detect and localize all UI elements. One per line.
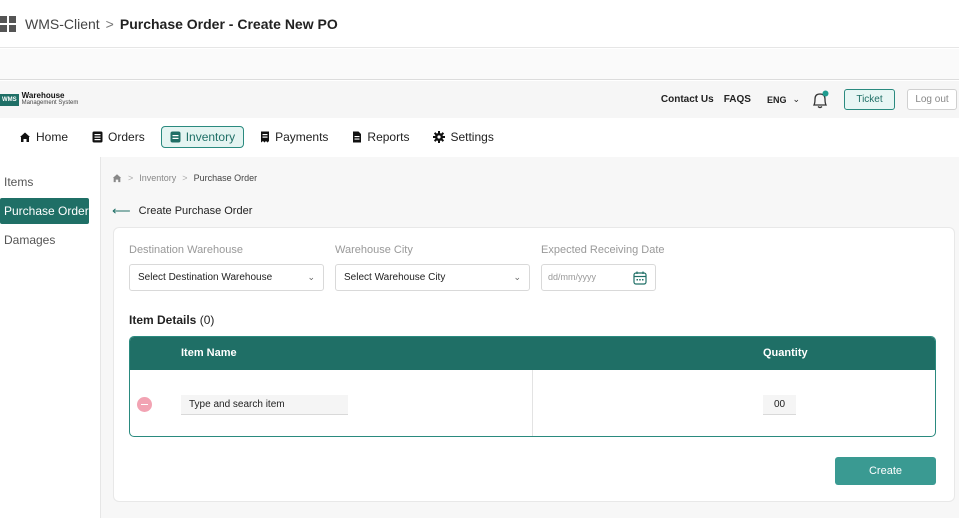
item-search-input[interactable]: Type and search item xyxy=(181,395,348,415)
orders-icon xyxy=(92,131,103,143)
nav-payments-label: Payments xyxy=(275,130,329,144)
blank-band xyxy=(0,49,959,80)
table-header: Item Name Quantity xyxy=(130,337,935,370)
expected-date-input[interactable]: dd/mm/yyyy xyxy=(541,264,656,291)
reports-icon xyxy=(353,131,362,143)
nav-reports-label: Reports xyxy=(367,130,410,144)
contact-us-link[interactable]: Contact Us xyxy=(661,94,714,105)
payments-icon xyxy=(261,131,270,143)
app-header: WMS Warehouse Management System Contact … xyxy=(0,81,959,118)
breadcrumb-inventory[interactable]: Inventory xyxy=(139,173,176,183)
column-item-name: Item Name xyxy=(181,347,237,359)
brand-name: Warehouse xyxy=(21,91,65,100)
breadcrumb-current: Purchase Order xyxy=(193,173,258,183)
gear-icon xyxy=(433,131,446,143)
nav-inventory-label: Inventory xyxy=(185,130,236,144)
breadcrumb-separator: > xyxy=(128,173,134,183)
quantity-input[interactable]: 00 xyxy=(763,395,796,415)
sidebar-item-purchase-order[interactable]: Purchase Order xyxy=(0,198,89,224)
po-form-card: Destination Warehouse Select Destination… xyxy=(113,227,955,502)
nav-home[interactable]: Home xyxy=(19,126,68,148)
nav-orders-label: Orders xyxy=(108,130,145,144)
chevron-down-icon: ⌄ xyxy=(307,272,315,282)
warehouse-city-select[interactable]: Select Warehouse City ⌄ xyxy=(335,264,530,291)
nav-payments[interactable]: Payments xyxy=(260,126,328,148)
sidebar-item-items[interactable]: Items xyxy=(0,169,100,195)
page-header: ⟵ Create Purchase Order xyxy=(112,203,252,219)
back-arrow-icon[interactable]: ⟵ xyxy=(112,203,131,219)
column-divider xyxy=(532,370,533,436)
item-count: (0) xyxy=(199,313,215,327)
page-title: Create Purchase Order xyxy=(138,205,253,217)
nav-orders[interactable]: Orders xyxy=(92,126,145,148)
destination-warehouse-select[interactable]: Select Destination Warehouse ⌄ xyxy=(129,264,324,291)
create-button[interactable]: Create xyxy=(835,457,936,485)
nav-inventory[interactable]: Inventory xyxy=(160,126,245,148)
sidebar-item-damages[interactable]: Damages xyxy=(0,227,100,253)
faqs-link[interactable]: FAQS xyxy=(724,94,751,105)
item-details-heading: Item Details (0) xyxy=(129,313,214,327)
logo-badge: WMS xyxy=(0,93,19,106)
ticket-button[interactable]: Ticket xyxy=(844,89,895,110)
app-name: WMS-Client xyxy=(25,15,100,32)
chevron-down-icon: ⌄ xyxy=(792,94,800,104)
window-page-title: Purchase Order - Create New PO xyxy=(119,15,338,32)
nav-settings[interactable]: Settings xyxy=(433,126,494,148)
table-row: Type and search item 00 xyxy=(130,370,935,436)
item-details-table: Item Name Quantity Type and search item … xyxy=(129,336,936,437)
column-quantity: Quantity xyxy=(763,347,808,359)
destination-warehouse-label: Destination Warehouse xyxy=(129,244,243,256)
main-content: > Inventory > Purchase Order ⟵ Create Pu… xyxy=(101,157,959,518)
apps-grid-icon[interactable] xyxy=(0,15,17,32)
titlebar-separator: > xyxy=(105,15,114,32)
breadcrumb: > Inventory > Purchase Order xyxy=(112,173,257,183)
nav-reports[interactable]: Reports xyxy=(352,126,409,148)
language-select[interactable]: ENG ⌄ xyxy=(767,94,800,105)
expected-date-label: Expected Receiving Date xyxy=(541,244,665,256)
main-nav: Home Orders Inventory Payments Reports S… xyxy=(0,118,959,156)
inventory-icon xyxy=(170,131,181,143)
remove-row-icon[interactable] xyxy=(137,397,152,412)
sidebar: Items Purchase Order Damages xyxy=(0,157,101,518)
warehouse-city-label: Warehouse City xyxy=(335,244,413,256)
brand-tagline: Management System xyxy=(21,100,79,106)
brand-logo[interactable]: WMS Warehouse Management System xyxy=(0,92,78,107)
nav-home-label: Home xyxy=(36,130,69,144)
logout-button[interactable]: Log out xyxy=(907,89,957,110)
expected-date-placeholder: dd/mm/yyyy xyxy=(548,272,597,282)
item-details-title: Item Details xyxy=(129,313,197,327)
destination-warehouse-value: Select Destination Warehouse xyxy=(138,272,273,283)
breadcrumb-separator: > xyxy=(182,173,188,183)
notification-bell-icon[interactable] xyxy=(810,90,830,110)
calendar-icon[interactable] xyxy=(633,271,647,285)
window-titlebar: WMS-Client > Purchase Order - Create New… xyxy=(0,0,959,48)
home-icon[interactable] xyxy=(112,173,122,183)
language-value: ENG xyxy=(766,94,787,105)
nav-settings-label: Settings xyxy=(450,130,494,144)
home-icon xyxy=(20,132,30,142)
warehouse-city-value: Select Warehouse City xyxy=(344,272,446,283)
chevron-down-icon: ⌄ xyxy=(513,272,521,282)
